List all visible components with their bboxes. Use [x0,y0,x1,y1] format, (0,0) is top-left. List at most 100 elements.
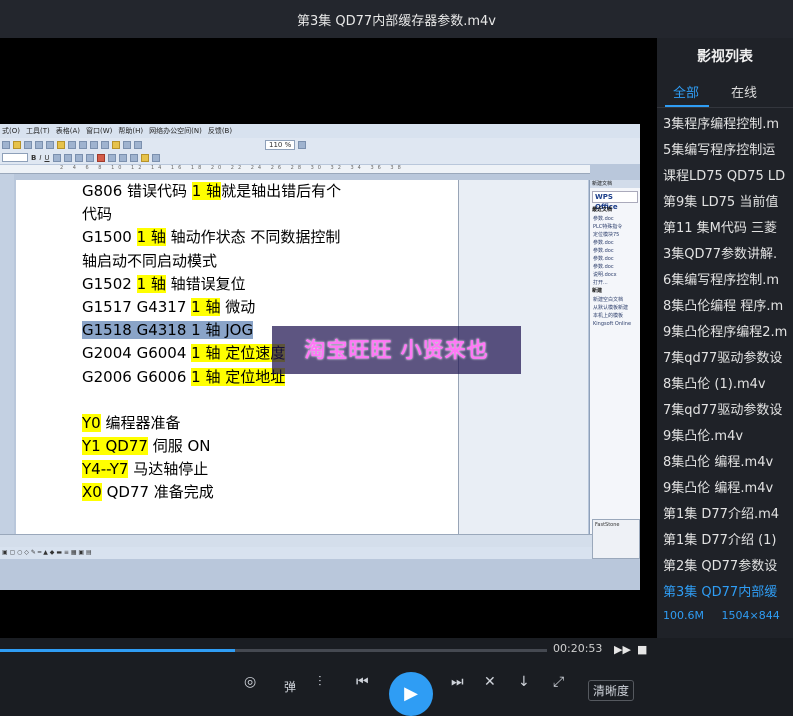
help-icon [298,140,307,149]
new-doc-item: 从默认模板新建 [593,305,629,311]
text-run: 编程器准备 [100,413,181,432]
word-statusbar [0,534,640,547]
new-doc-item: Kingsoft Online [593,321,632,327]
document-line: 轴启动不同启动模式 [82,250,458,273]
tab-online[interactable]: 在线 [715,82,773,101]
playlist-item[interactable]: 第9集 LD75 当前值 [657,190,793,216]
text-run: 轴错误复位 [165,274,246,293]
progress-bar-area: 00:20:53 ▶▶ ■ [0,638,793,662]
recent-doc-item: 参数.doc [593,240,614,246]
document-line: Y0 编程器准备 [82,412,458,435]
highlighted-text: 1 轴 [191,297,221,316]
next-icon[interactable]: ⏭ [451,674,464,690]
progress-track[interactable] [0,649,547,652]
document-line: G1502 1 轴 轴错误复位 [82,273,458,296]
playlist-item[interactable]: 第2集 QD77参数设 [657,554,793,580]
faststone-label: FastStone [595,522,620,528]
playlist-item[interactable]: 第1集 D77介绍.m4 [657,502,793,528]
columns-icon [123,140,131,149]
playlist-item[interactable]: 8集凸伦 编程.m4v [657,450,793,476]
text-run: 轴启动不同启动模式 [82,251,218,270]
recent-doc-item: 定位模块75 [593,232,620,238]
text-run: G2004 G6004 [82,344,192,363]
progress-fill [0,649,236,652]
numbering-icon [107,153,116,162]
word-menu-item: 窗口(W) [86,127,113,135]
underline-icon: U [44,153,50,162]
download-icon[interactable]: ↓ [518,674,530,690]
highlighted-text: X0 [82,483,102,502]
new-doc-icon [2,140,10,149]
playlist-item[interactable]: 7集qd77驱动参数设 [657,346,793,372]
task-pane-header: 新建文档 [590,180,640,188]
print-icon [35,140,43,149]
playback-time: 00:20:53 [553,642,603,655]
recent-doc-item: 打开... [593,280,608,286]
playlist-item[interactable]: 5集编写程序控制运 [657,138,793,164]
document-line: G806 错误代码 1 轴就是轴出错后有个 [82,180,458,203]
playlist-item[interactable]: 3集QD77参数讲解. [657,242,793,268]
stop-icon[interactable]: ■ [637,643,647,656]
text-run: 代码 [82,205,113,224]
playlist-item[interactable]: 6集编写程序控制.m [657,268,793,294]
italic-icon: I [39,153,42,162]
highlight-icon [96,153,105,162]
file-info: 100.6M 1504×844 [657,606,793,626]
text-run: 微动 [220,297,256,316]
playlist-item[interactable]: 9集凸伦 编程.m4v [657,476,793,502]
document-line: G1500 1 轴 轴动作状态 不同数据控制 [82,226,458,249]
screenshot-icon[interactable]: ◎ [244,674,256,690]
highlighted-text: Y4--Y7 [82,460,129,479]
fullscreen-icon[interactable]: ⤢ [553,674,564,690]
selected-text: G1518 G4318 1 轴 JOG [82,321,254,340]
word-menubar: 式(O) 工具(T) 表格(A) 窗口(W) 帮助(H) 网络办公空间(N) 反馈(B) [0,124,640,138]
playlist-item[interactable]: 9集凸伦.m4v [657,424,793,450]
shuffle-icon[interactable]: ✕ [484,674,496,690]
border-icon [151,153,160,162]
indent-icon [129,153,138,162]
drawing-icon [134,140,142,149]
bullets-icon [118,153,127,162]
word-menu-item: 网络办公空间(N) [149,127,202,135]
play-icon: ▶ [404,683,418,704]
ruler: 2 4 6 8 10 12 14 16 18 20 22 24 26 28 30… [0,165,590,174]
playlist-item[interactable]: 第1集 D77介绍 (1) [657,528,793,554]
justify-icon [85,153,94,162]
task-pane: 新建文档 WPS Office 最近文档 参数.doc PLC特殊指令 定位模块75… [589,180,640,534]
drawing-toolbar: ▣ ▢ ○ ◇ ✎ ━ ▲ ◆ ▬ ≡ ▦ ▣ ▤ [0,547,640,559]
text-run: G806 错误代码 [82,182,192,200]
highlighted-text: 1 轴 [136,228,166,247]
tab-all[interactable]: 全部 [657,82,715,101]
zoom-box: 110 % [265,139,296,150]
text-run: G1517 G4317 [82,297,192,316]
open-folder-icon [13,140,21,149]
playlist-item[interactable]: 7集qd77驱动参数设 [657,398,793,424]
quality-button[interactable]: 清晰度 [588,680,635,701]
faststone-panel: FastStone [592,519,640,559]
playlist-item[interactable]: 课程LD75 QD75 LD [657,164,793,190]
word-menu-item: 反馈(B) [207,127,233,135]
new-doc-item: 新建空白文档 [593,297,624,303]
play-button[interactable]: ▶ [389,672,433,716]
playlist-panel: 影视列表 全部 在线 3集程序编程控制.m 5集编写程序控制运 课程LD75 QD7… [657,38,793,638]
word-menu-item: 表格(A) [55,127,80,135]
text-run: QD77 准备完成 [101,483,214,502]
equalizer-icon[interactable]: ⫶ [318,674,322,690]
left-gutter [0,174,14,534]
playlist-item[interactable]: 3集程序编程控制.m [657,112,793,138]
playlist-item[interactable]: 8集凸伦编程 程序.m [657,294,793,320]
document-line: X0 QD77 准备完成 [82,481,458,504]
danmu-button[interactable]: 弹 [284,678,296,695]
recent-doc-item: PLC特殊指令 [593,224,623,230]
highlighted-text: 1 轴 [191,182,222,200]
playlist-item[interactable]: 8集凸伦 (1).m4v [657,372,793,398]
video-area[interactable]: 式(O) 工具(T) 表格(A) 窗口(W) 帮助(H) 网络办公空间(N) 反馈(B) 1… [0,38,657,638]
paste-icon [79,140,87,149]
next-frame-icon[interactable]: ▶▶ [614,643,631,656]
table-icon [112,140,120,149]
playlist-item[interactable]: 第11 集M代码 三菱 [657,216,793,242]
playlist-item-current[interactable]: 第3集 QD77内部缓 [657,580,793,606]
playlist-tabs: 全部 在线 [657,76,793,108]
playlist-item[interactable]: 9集凸伦程序编程2.m [657,320,793,346]
previous-icon[interactable]: ⏮ [356,674,369,690]
